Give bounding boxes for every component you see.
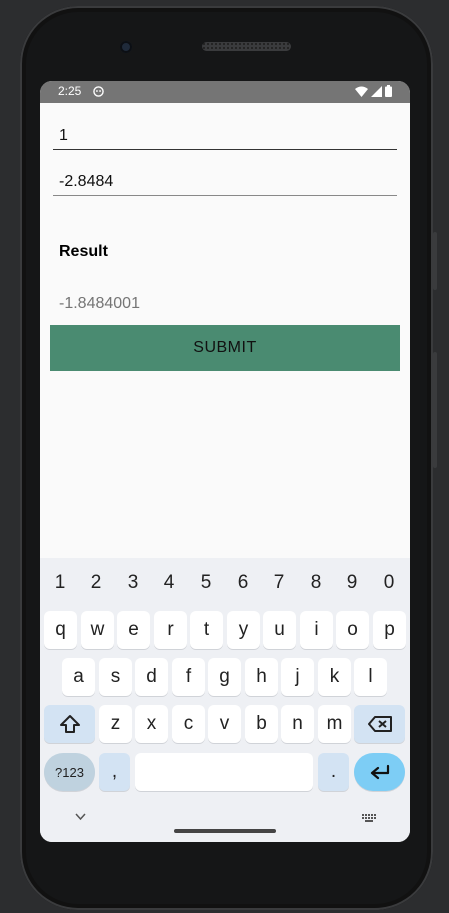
key-g[interactable]: g xyxy=(208,658,241,696)
key-f[interactable]: f xyxy=(172,658,205,696)
key-r[interactable]: r xyxy=(154,611,187,649)
key-k[interactable]: k xyxy=(318,658,351,696)
shift-key[interactable] xyxy=(44,705,95,743)
submit-button[interactable]: SUBMIT xyxy=(50,325,400,371)
backspace-icon xyxy=(367,716,392,732)
power-button xyxy=(433,352,437,468)
status-icons xyxy=(355,85,392,97)
keyboard-switch-icon[interactable] xyxy=(362,814,378,824)
key-b[interactable]: b xyxy=(245,705,278,743)
key-q[interactable]: q xyxy=(44,611,77,649)
shift-icon xyxy=(59,715,80,733)
hide-keyboard-icon[interactable] xyxy=(75,813,86,821)
second-number-field[interactable]: -2.8484 xyxy=(53,161,397,196)
key-t[interactable]: t xyxy=(190,611,223,649)
first-number-field[interactable]: 1 xyxy=(53,115,397,150)
key-4[interactable]: 4 xyxy=(151,572,187,594)
key-n[interactable]: n xyxy=(281,705,314,743)
key-y[interactable]: y xyxy=(227,611,260,649)
key-6[interactable]: 6 xyxy=(225,572,261,594)
earpiece-speaker xyxy=(202,42,291,51)
key-p[interactable]: p xyxy=(373,611,406,649)
key-0[interactable]: 0 xyxy=(371,572,407,594)
wifi-icon xyxy=(355,86,368,97)
key-c[interactable]: c xyxy=(172,705,205,743)
key-w[interactable]: w xyxy=(81,611,114,649)
key-x[interactable]: x xyxy=(135,705,168,743)
key-s[interactable]: s xyxy=(99,658,132,696)
key-1[interactable]: 1 xyxy=(42,572,78,594)
second-number-value: -2.8484 xyxy=(59,173,114,190)
key-l[interactable]: l xyxy=(354,658,387,696)
key-5[interactable]: 5 xyxy=(188,572,224,594)
key-7[interactable]: 7 xyxy=(261,572,297,594)
enter-icon xyxy=(370,764,389,780)
spacebar[interactable] xyxy=(135,753,313,791)
period-key[interactable]: . xyxy=(318,753,349,791)
key-3[interactable]: 3 xyxy=(115,572,151,594)
first-number-value: 1 xyxy=(59,127,68,144)
volume-button xyxy=(433,232,437,290)
screen: 2:25 1 -2.8484 Result -1.8484001 SUBMIT xyxy=(40,81,410,842)
key-j[interactable]: j xyxy=(281,658,314,696)
key-a[interactable]: a xyxy=(62,658,95,696)
key-i[interactable]: i xyxy=(300,611,333,649)
enter-key[interactable] xyxy=(354,753,405,791)
key-8[interactable]: 8 xyxy=(298,572,334,594)
signal-icon xyxy=(371,85,382,97)
comma-key[interactable]: , xyxy=(99,753,130,791)
battery-icon xyxy=(385,85,392,97)
gesture-handle xyxy=(174,829,276,833)
result-value: -1.8484001 xyxy=(59,295,140,312)
key-h[interactable]: h xyxy=(245,658,278,696)
backspace-key[interactable] xyxy=(354,705,405,743)
symbols-key[interactable]: ?123 xyxy=(44,753,95,791)
key-z[interactable]: z xyxy=(99,705,132,743)
soft-keyboard: 1 2 3 4 5 6 7 8 9 0 q w e r t y u i o p … xyxy=(40,558,410,842)
key-u[interactable]: u xyxy=(263,611,296,649)
key-o[interactable]: o xyxy=(336,611,369,649)
key-d[interactable]: d xyxy=(135,658,168,696)
status-bar: 2:25 xyxy=(40,81,410,103)
key-9[interactable]: 9 xyxy=(334,572,370,594)
result-label: Result xyxy=(59,243,108,260)
front-camera xyxy=(120,41,132,53)
key-2[interactable]: 2 xyxy=(78,572,114,594)
notification-app-icon xyxy=(93,86,104,97)
status-time: 2:25 xyxy=(58,84,82,98)
key-m[interactable]: m xyxy=(318,705,351,743)
number-row: 1 2 3 4 5 6 7 8 9 0 xyxy=(40,558,410,606)
key-e[interactable]: e xyxy=(117,611,150,649)
key-v[interactable]: v xyxy=(208,705,241,743)
